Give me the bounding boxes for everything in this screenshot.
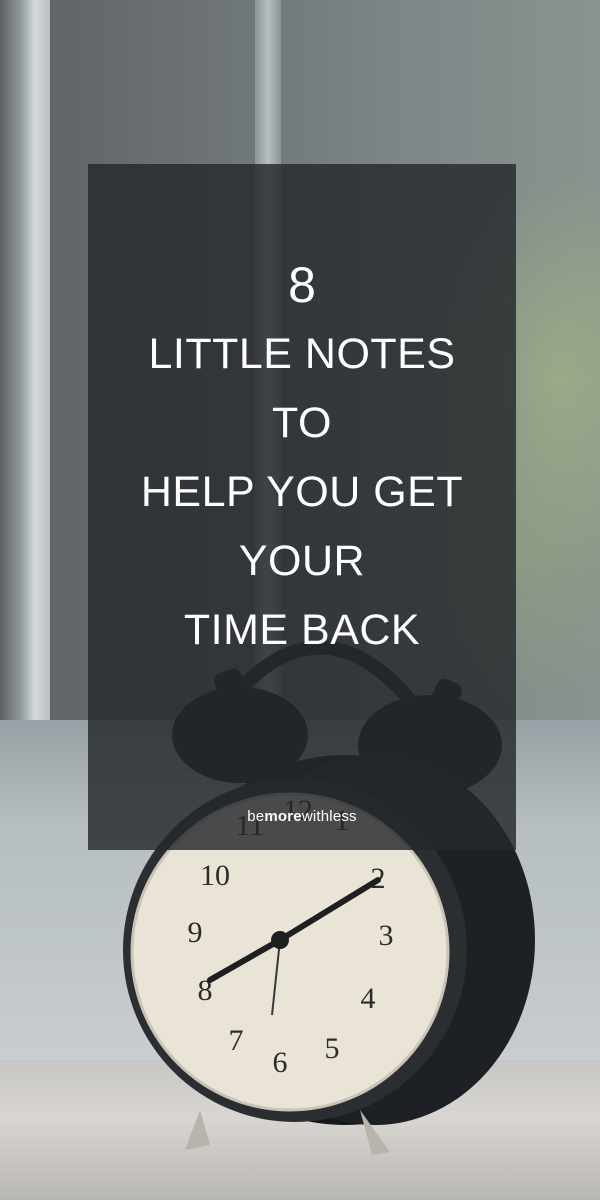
numeral-5: 5	[325, 1032, 340, 1065]
brand-logo: bemorewithless	[88, 808, 516, 825]
numeral-9: 9	[188, 916, 203, 949]
numeral-10: 10	[200, 859, 230, 892]
brand-part-more: more	[264, 808, 302, 825]
numeral-6: 6	[273, 1046, 288, 1079]
brand-part-withless: withless	[301, 808, 357, 825]
headline: 8 LITTLE NOTES TO HELP YOU GET YOUR TIME…	[88, 250, 516, 665]
headline-line-5: TIME BACK	[183, 606, 421, 654]
brand-part-be: be	[247, 808, 265, 825]
headline-line-1: LITTLE NOTES	[148, 330, 456, 378]
numeral-4: 4	[361, 982, 376, 1015]
headline-line-2: TO	[272, 399, 332, 447]
numeral-3: 3	[379, 919, 394, 952]
headline-line-4: YOUR	[238, 537, 366, 585]
headline-number: 8	[288, 257, 316, 313]
numeral-7: 7	[229, 1024, 244, 1057]
headline-line-3: HELP YOU GET	[140, 468, 464, 516]
